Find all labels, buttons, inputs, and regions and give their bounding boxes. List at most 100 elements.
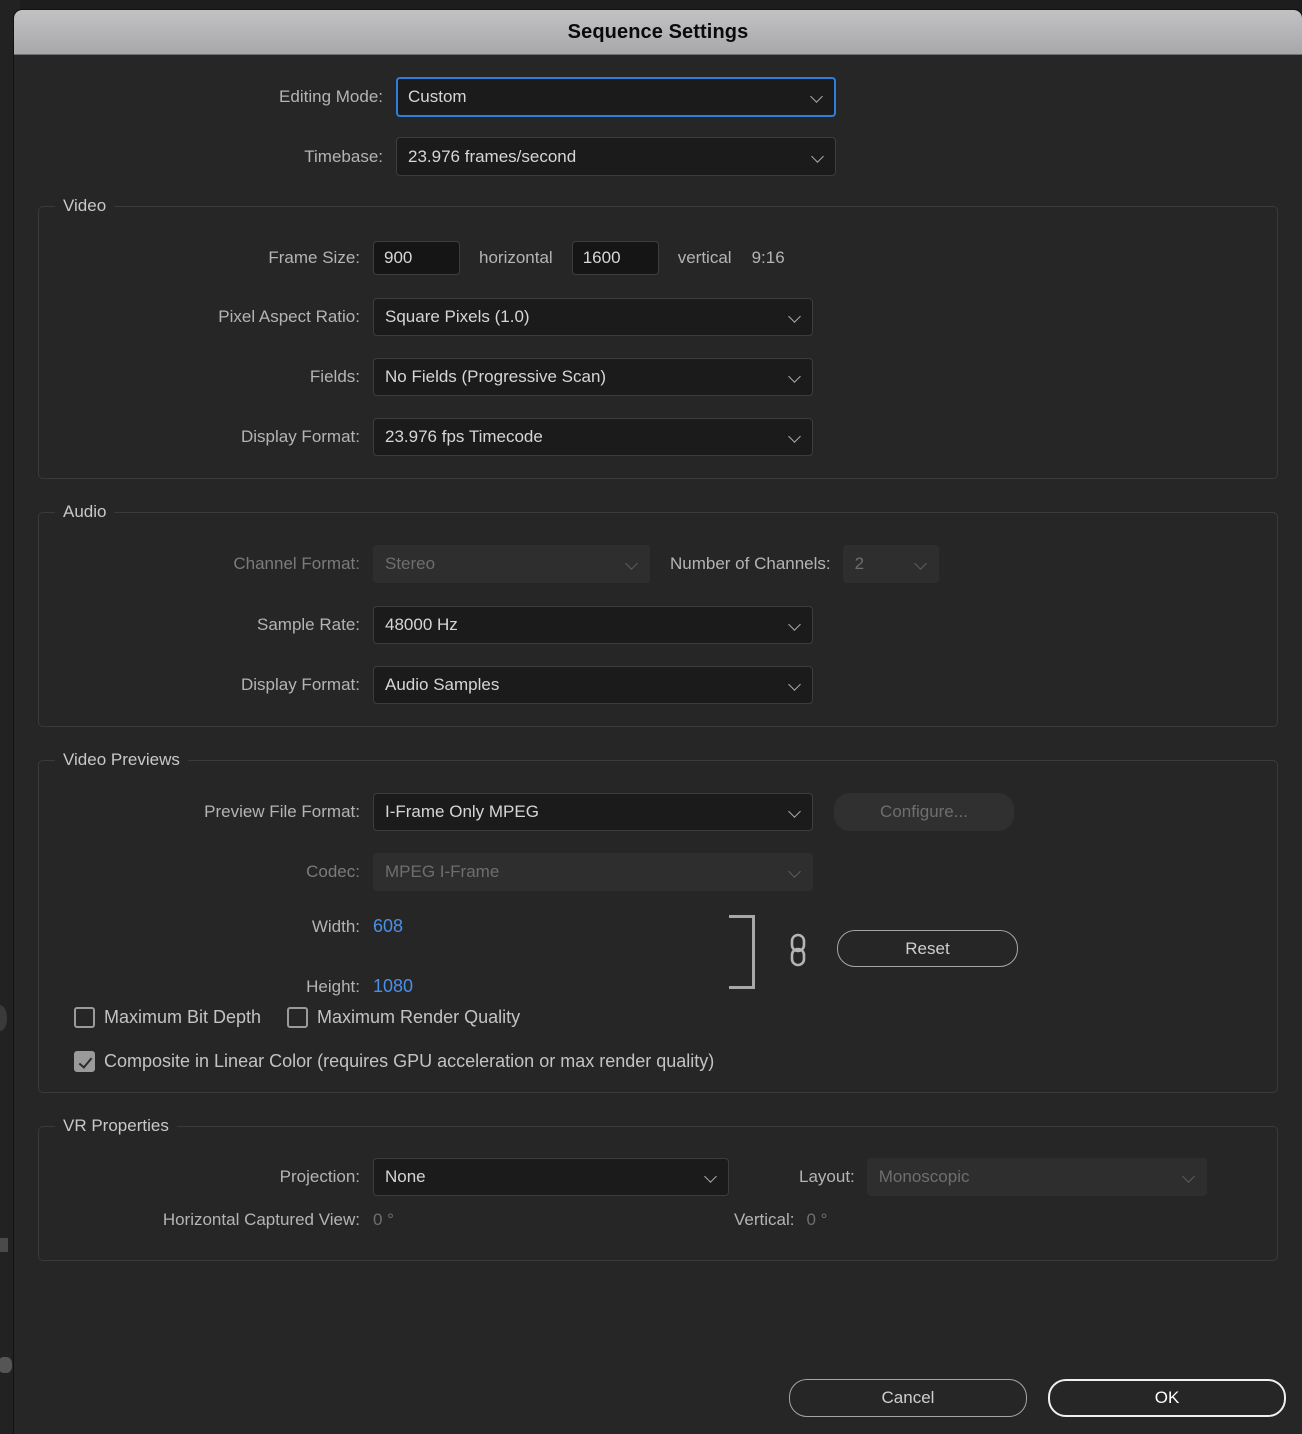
configure-button-label: Configure... (880, 802, 968, 821)
sample-rate-select[interactable]: 48000 Hz (373, 606, 813, 644)
preview-file-format-value: I-Frame Only MPEG (385, 802, 539, 821)
pixel-aspect-ratio-label: Pixel Aspect Ratio: (218, 307, 360, 326)
chevron-down-icon (706, 1171, 717, 1182)
chevron-down-icon (790, 311, 801, 322)
vertical-label: vertical (677, 248, 732, 267)
chevron-down-icon (812, 91, 823, 102)
maximum-bit-depth-checkbox[interactable] (74, 1007, 95, 1028)
timebase-select[interactable]: 23.976 frames/second (396, 137, 836, 176)
preview-height-value[interactable]: 1080 (373, 976, 413, 997)
maximum-render-quality-checkbox[interactable] (287, 1007, 309, 1028)
dialog-footer: Cancel OK (14, 1362, 1302, 1434)
composite-linear-color-checkbox[interactable] (74, 1051, 95, 1072)
editing-mode-value: Custom (408, 87, 467, 106)
vr-properties-group-legend: VR Properties (55, 1116, 177, 1136)
aspect-ratio-text: 9:16 (751, 248, 785, 267)
ok-button-label: OK (1154, 1388, 1180, 1407)
dialog-body: Editing Mode: Custom Timebase: 23.976 fr… (14, 77, 1302, 1261)
preview-file-format-label: Preview File Format: (204, 802, 360, 821)
video-previews-group: Video Previews Preview File Format: I-Fr… (38, 750, 1278, 1093)
chevron-down-icon (813, 151, 824, 162)
sample-rate-row: Sample Rate: 48000 Hz (39, 606, 1277, 644)
frame-width-input[interactable]: 900 (373, 241, 460, 275)
reset-button-label: Reset (905, 938, 950, 958)
codec-label: Codec: (306, 862, 360, 881)
audio-display-format-label: Display Format: (240, 675, 360, 694)
reset-button[interactable]: Reset (837, 930, 1018, 967)
audio-display-format-row: Display Format: Audio Samples (39, 666, 1277, 704)
maximum-render-quality-label: Maximum Render Quality (317, 1007, 521, 1027)
editing-mode-label: Editing Mode: (279, 87, 383, 106)
video-group-inner: Frame Size: 900 horizontal 1600 vertical… (39, 207, 1277, 478)
maximum-render-quality-checkbox-row[interactable]: Maximum Render Quality (287, 1007, 520, 1028)
vr-properties-group: VR Properties Projection: None Layout: M… (38, 1116, 1278, 1261)
ok-button[interactable]: OK (1048, 1379, 1286, 1417)
video-previews-group-inner: Preview File Format: I-Frame Only MPEG C… (39, 761, 1277, 1092)
dialog-titlebar: Sequence Settings (14, 10, 1302, 55)
editing-mode-select[interactable]: Custom (396, 77, 836, 117)
editing-mode-row: Editing Mode: Custom (38, 77, 1278, 117)
audio-group-legend: Audio (55, 502, 115, 522)
video-previews-group-legend: Video Previews (55, 750, 188, 770)
horizontal-captured-view-label: Horizontal Captured View: (162, 1210, 360, 1229)
codec-select: MPEG I-Frame (373, 853, 813, 891)
fields-select[interactable]: No Fields (Progressive Scan) (373, 358, 813, 396)
preview-dimensions-block: Width: 608 Height: 1080 Reset (39, 891, 1277, 1003)
frame-size-row: Frame Size: 900 horizontal 1600 vertical… (39, 241, 1277, 275)
frame-height-input[interactable]: 1600 (571, 241, 659, 275)
cancel-button[interactable]: Cancel (789, 1379, 1027, 1417)
fields-label: Fields: (309, 367, 360, 386)
channel-format-row: Channel Format: Stereo Number of Channel… (39, 545, 1277, 583)
video-display-format-select[interactable]: 23.976 fps Timecode (373, 418, 813, 456)
video-display-format-label: Display Format: (240, 427, 360, 446)
timebase-row: Timebase: 23.976 frames/second (38, 137, 1278, 176)
channel-format-select: Stereo (373, 545, 650, 583)
dialog-title: Sequence Settings (567, 20, 749, 43)
preview-file-format-row: Preview File Format: I-Frame Only MPEG C… (39, 793, 1277, 831)
chain-link-svg (790, 933, 806, 967)
video-group: Video Frame Size: 900 horizontal 1600 ve… (38, 196, 1278, 479)
projection-select[interactable]: None (373, 1158, 729, 1196)
preview-file-format-select[interactable]: I-Frame Only MPEG (373, 793, 813, 831)
layout-value: Monoscopic (878, 1167, 970, 1186)
codec-value: MPEG I-Frame (385, 862, 500, 881)
vr-properties-group-inner: Projection: None Layout: Monoscopic Hori… (39, 1127, 1277, 1260)
render-options-row: Maximum Bit Depth Maximum Render Quality (39, 1007, 1277, 1028)
maximum-bit-depth-checkbox-row[interactable]: Maximum Bit Depth (74, 1007, 261, 1028)
fields-value: No Fields (Progressive Scan) (385, 367, 607, 386)
backdrop-notch (0, 1238, 8, 1252)
audio-group: Audio Channel Format: Stereo Number of C… (38, 502, 1278, 727)
pixel-aspect-ratio-row: Pixel Aspect Ratio: Square Pixels (1.0) (39, 298, 1277, 336)
chevron-down-icon (790, 371, 801, 382)
sequence-settings-dialog: Sequence Settings Editing Mode: Custom T… (14, 10, 1302, 1434)
maximum-bit-depth-label: Maximum Bit Depth (104, 1007, 262, 1027)
chevron-down-icon (1184, 1171, 1195, 1182)
preview-width-value[interactable]: 608 (373, 916, 403, 937)
projection-label: Projection: (279, 1167, 360, 1186)
preview-height-label: Height: (306, 976, 360, 996)
channel-format-value: Stereo (385, 554, 436, 573)
number-of-channels-value: 2 (854, 554, 865, 573)
frame-size-label: Frame Size: (268, 248, 360, 267)
timebase-label: Timebase: (304, 146, 383, 166)
frame-width-value: 900 (384, 248, 413, 267)
composite-linear-color-label: Composite in Linear Color (requires GPU … (104, 1051, 715, 1071)
vertical-captured-view-label: Vertical: (733, 1210, 795, 1229)
configure-button: Configure... (834, 793, 1014, 831)
preview-height-row: Height: 1080 (39, 976, 413, 997)
video-display-format-value: 23.976 fps Timecode (385, 427, 543, 446)
chevron-down-icon (627, 558, 638, 569)
chain-link-icon[interactable] (787, 933, 809, 967)
chevron-down-icon (790, 679, 801, 690)
cancel-button-label: Cancel (881, 1388, 935, 1407)
chevron-down-icon (790, 431, 801, 442)
dimension-link-bracket-icon (729, 915, 755, 989)
composite-linear-color-checkbox-row[interactable]: Composite in Linear Color (requires GPU … (39, 1051, 1277, 1072)
projection-row: Projection: None Layout: Monoscopic (39, 1158, 1277, 1196)
backdrop-blob-icon (0, 1357, 12, 1373)
pixel-aspect-ratio-select[interactable]: Square Pixels (1.0) (373, 298, 813, 336)
preview-width-row: Width: 608 (39, 916, 403, 937)
horizontal-label: horizontal (479, 248, 553, 267)
audio-display-format-select[interactable]: Audio Samples (373, 666, 813, 704)
timebase-value: 23.976 frames/second (408, 146, 577, 166)
